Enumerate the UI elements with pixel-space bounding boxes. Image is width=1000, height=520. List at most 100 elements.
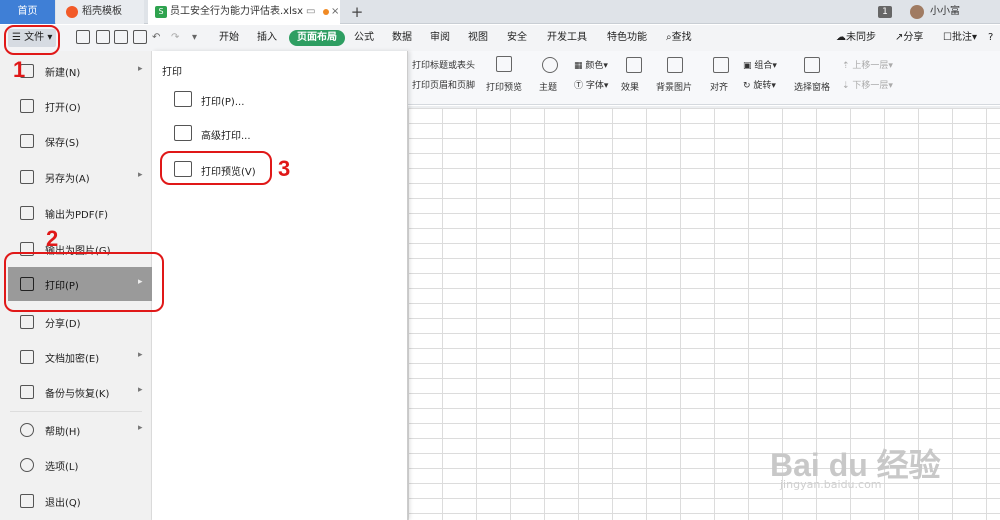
file-menu-exit-label: 退出(Q) [45,498,81,509]
lock-icon [20,350,34,364]
help-icon[interactable]: ? [988,25,993,51]
file-menu-new-label: 新建(N) [45,68,81,79]
align-button[interactable]: 对齐 [710,80,728,93]
save-as-icon [20,170,34,184]
undo-icon[interactable]: ↶ [152,25,160,51]
font-button[interactable]: Ⓣ 字体▾ [574,78,608,91]
annotation-box-file [4,25,60,55]
file-menu-help[interactable]: 帮助(H) ▸ [0,413,152,447]
annotation-box-preview [160,151,272,185]
bg-image-icon [667,57,683,73]
file-menu-exit[interactable]: 退出(Q) [0,484,152,518]
file-menu-save-as[interactable]: 另存为(A) ▸ [0,160,152,194]
sync-button[interactable]: ☁未同步 [836,25,876,51]
user-name[interactable]: 小小富 [930,0,960,24]
menu-data[interactable]: 数据 [392,25,412,51]
up-layer-label: 上移一层 [852,61,889,71]
menu-view[interactable]: 视图 [468,25,488,51]
menu-features[interactable]: 特色功能 [607,25,647,51]
file-menu-options-label: 选项(L) [45,462,79,473]
pdf-icon [20,206,34,220]
menu-start[interactable]: 开始 [219,25,239,51]
menu-insert[interactable]: 插入 [257,25,277,51]
chevron-right-icon: ▸ [138,385,143,395]
redo-icon[interactable]: ↷ [171,25,179,51]
effect-icon [626,57,642,73]
tab-document-label: 员工安全行为能力评估表.xlsx [170,6,304,17]
search-button[interactable]: ⌕查找 [666,25,692,51]
group-button[interactable]: ▣ 组合▾ [743,58,777,71]
chevron-right-icon: ▸ [138,423,143,433]
file-menu-export-pdf[interactable]: 输出为PDF(F) [0,196,152,230]
menu-formula[interactable]: 公式 [354,25,374,51]
avatar[interactable] [910,5,924,19]
print-submenu-panel: 打印 打印(P)... 高级打印... 打印预览(V) [152,51,408,520]
print-submenu-title: 打印 [162,67,182,78]
help-icon [20,423,34,437]
close-tab-icon[interactable]: × [331,0,339,24]
tab-template-label: 稻壳模板 [82,6,122,17]
format-painter-icon[interactable] [96,30,110,44]
selection-pane-button[interactable]: 选择窗格 [794,80,830,93]
more-icon[interactable]: ▾ [192,25,197,51]
share-button[interactable]: ↗分享 [895,25,923,51]
share-icon [20,315,34,329]
print-preview-icon [496,56,512,72]
file-menu-encrypt[interactable]: 文档加密(E) ▸ [0,340,152,374]
file-menu-options[interactable]: 选项(L) [0,448,152,482]
tab-template[interactable]: 稻壳模板 [56,0,144,24]
file-menu-open-label: 打开(O) [45,103,81,114]
preview-icon[interactable] [133,30,147,44]
menu-divider [10,411,142,412]
chevron-right-icon: ▸ [138,64,143,74]
file-menu-encrypt-label: 文档加密(E) [45,354,100,365]
up-layer-button[interactable]: ⇡ 上移一层▾ [842,58,893,71]
menu-review[interactable]: 审阅 [430,25,450,51]
print-button[interactable]: 打印(P)... [170,87,390,117]
file-menu-help-label: 帮助(H) [45,427,81,438]
theme-button[interactable]: 主题 [539,80,557,93]
down-layer-label: 下移一层 [852,81,889,91]
color-button[interactable]: ▦ 颜色▾ [574,58,608,71]
print-title-button[interactable]: 打印标题或表头 [412,58,475,71]
save-icon [20,134,34,148]
print-button-label: 打印(P)... [201,97,245,108]
printer-icon [174,91,192,107]
group-label: 组合 [754,61,773,71]
chevron-right-icon: ▸ [138,350,143,360]
share-label: 分享 [903,32,924,43]
window-count-badge[interactable]: 1 [878,6,892,18]
menu-security[interactable]: 安全 [507,25,527,51]
file-menu-share-label: 分享(D) [45,319,81,330]
tab-bar: 首页 稻壳模板 S 员工安全行为能力评估表.xlsx ▭ × + 1 小小富 [0,0,1000,24]
menu-bar: ☰ 文件 ▾ ↶ ↷ ▾ 开始 插入 页面布局 公式 数据 审阅 视图 安全 开… [0,25,1000,51]
menu-page-layout[interactable]: 页面布局 [289,30,345,46]
spreadsheet-icon: S [155,6,167,18]
tab-home[interactable]: 首页 [0,0,55,24]
print-header-button[interactable]: 打印页眉和页脚 [412,78,475,91]
comment-button[interactable]: ☐批注▾ [943,25,977,51]
new-tab-button[interactable]: + [345,0,369,24]
effect-button[interactable]: 效果 [621,80,639,93]
advanced-printer-icon [174,125,192,141]
down-layer-button[interactable]: ⇣ 下移一层▾ [842,78,893,91]
advanced-print-button[interactable]: 高级打印... [170,121,390,151]
chevron-right-icon: ▸ [138,170,143,180]
daoke-icon [66,6,78,18]
unsaved-dot-icon [323,9,329,15]
file-menu-backup[interactable]: 备份与恢复(K) ▸ [0,375,152,409]
rotate-button[interactable]: ↻ 旋转▾ [743,78,776,91]
bg-image-button[interactable]: 背景图片 [656,80,692,93]
monitor-icon[interactable]: ▭ [306,0,315,24]
menu-developer[interactable]: 开发工具 [547,25,587,51]
backup-icon [20,385,34,399]
file-menu-open[interactable]: 打开(O) [0,89,152,123]
print-preview-ribbon-button[interactable]: 打印预览 [486,80,522,93]
annotation-number-1: 1 [13,57,26,82]
tab-document[interactable]: S 员工安全行为能力评估表.xlsx ▭ × [148,0,340,24]
baidu-watermark-url: jingyan.baidu.com [780,478,882,491]
color-label: 颜色 [585,61,604,71]
save-icon[interactable] [76,30,90,44]
file-menu-save[interactable]: 保存(S) [0,124,152,158]
print-icon[interactable] [114,30,128,44]
